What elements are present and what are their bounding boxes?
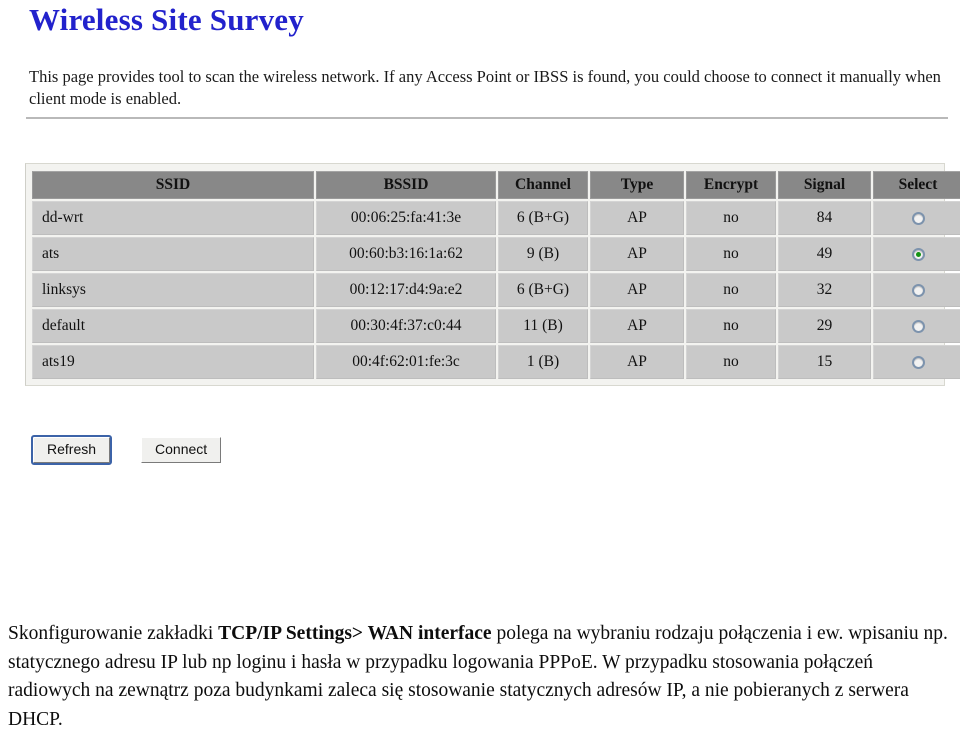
cell-channel: 1 (B) — [498, 345, 588, 379]
table-row: default 00:30:4f:37:c0:44 11 (B) AP no 29 — [32, 309, 960, 343]
select-radio-dd-wrt[interactable] — [911, 211, 925, 225]
commentary-text: Skonfigurowanie zakładki TCP/IP Settings… — [8, 620, 952, 734]
cell-type: AP — [590, 309, 684, 343]
scan-results-panel: SSID BSSID Channel Type Encrypt Signal S… — [25, 163, 960, 386]
select-radio-default[interactable] — [911, 319, 925, 333]
cell-type: AP — [590, 345, 684, 379]
cell-bssid: 00:06:25:fa:41:3e — [316, 201, 496, 235]
cell-channel: 6 (B+G) — [498, 201, 588, 235]
cell-ssid: dd-wrt — [32, 201, 314, 235]
cell-select — [873, 273, 960, 307]
cell-ssid: default — [32, 309, 314, 343]
cell-channel: 9 (B) — [498, 237, 588, 271]
cell-encrypt: no — [686, 273, 776, 307]
cell-signal: 15 — [778, 345, 871, 379]
column-header-bssid: BSSID — [316, 171, 496, 199]
connect-button[interactable]: Connect — [141, 437, 222, 463]
cell-bssid: 00:60:b3:16:1a:62 — [316, 237, 496, 271]
scan-results-body: dd-wrt 00:06:25:fa:41:3e 6 (B+G) AP no 84 ats 0… — [32, 201, 960, 379]
select-radio-linksys[interactable] — [911, 283, 925, 297]
table-row: ats19 00:4f:62:01:fe:3c 1 (B) AP no 15 — [32, 345, 960, 379]
page-title: Wireless Site Survey — [29, 2, 304, 37]
horizontal-divider — [26, 117, 948, 119]
cell-channel: 11 (B) — [498, 309, 588, 343]
table-row: ats 00:60:b3:16:1a:62 9 (B) AP no 49 — [32, 237, 960, 271]
column-header-encrypt: Encrypt — [686, 171, 776, 199]
commentary-part-1: Skonfigurowanie zakładki — [8, 623, 219, 644]
column-header-channel: Channel — [498, 171, 588, 199]
action-button-row: Refresh Connect — [30, 435, 222, 465]
cell-ssid: ats19 — [32, 345, 314, 379]
intro-description: This page provides tool to scan the wire… — [29, 67, 941, 108]
select-radio-ats19[interactable] — [911, 355, 925, 369]
cell-bssid: 00:12:17:d4:9a:e2 — [316, 273, 496, 307]
cell-bssid: 00:30:4f:37:c0:44 — [316, 309, 496, 343]
cell-ssid: ats — [32, 237, 314, 271]
cell-encrypt: no — [686, 237, 776, 271]
cell-type: AP — [590, 201, 684, 235]
column-header-signal: Signal — [778, 171, 871, 199]
cell-type: AP — [590, 273, 684, 307]
cell-signal: 84 — [778, 201, 871, 235]
table-row: linksys 00:12:17:d4:9a:e2 6 (B+G) AP no 32 — [32, 273, 960, 307]
table-header-row: SSID BSSID Channel Type Encrypt Signal S… — [32, 171, 960, 199]
cell-bssid: 00:4f:62:01:fe:3c — [316, 345, 496, 379]
cell-select — [873, 201, 960, 235]
cell-ssid: linksys — [32, 273, 314, 307]
cell-type: AP — [590, 237, 684, 271]
table-row: dd-wrt 00:06:25:fa:41:3e 6 (B+G) AP no 84 — [32, 201, 960, 235]
column-header-type: Type — [590, 171, 684, 199]
cell-select — [873, 309, 960, 343]
cell-encrypt: no — [686, 309, 776, 343]
scan-results-table: SSID BSSID Channel Type Encrypt Signal S… — [30, 169, 960, 381]
column-header-ssid: SSID — [32, 171, 314, 199]
column-header-select: Select — [873, 171, 960, 199]
select-radio-ats[interactable] — [911, 247, 925, 261]
cell-select — [873, 345, 960, 379]
cell-encrypt: no — [686, 345, 776, 379]
commentary-bold-path: TCP/IP Settings> WAN interface — [218, 623, 492, 644]
refresh-button[interactable]: Refresh — [30, 435, 113, 465]
cell-signal: 49 — [778, 237, 871, 271]
cell-select — [873, 237, 960, 271]
cell-channel: 6 (B+G) — [498, 273, 588, 307]
router-admin-page: Wireless Site Survey This page provides … — [0, 0, 960, 600]
cell-signal: 29 — [778, 309, 871, 343]
cell-encrypt: no — [686, 201, 776, 235]
cell-signal: 32 — [778, 273, 871, 307]
